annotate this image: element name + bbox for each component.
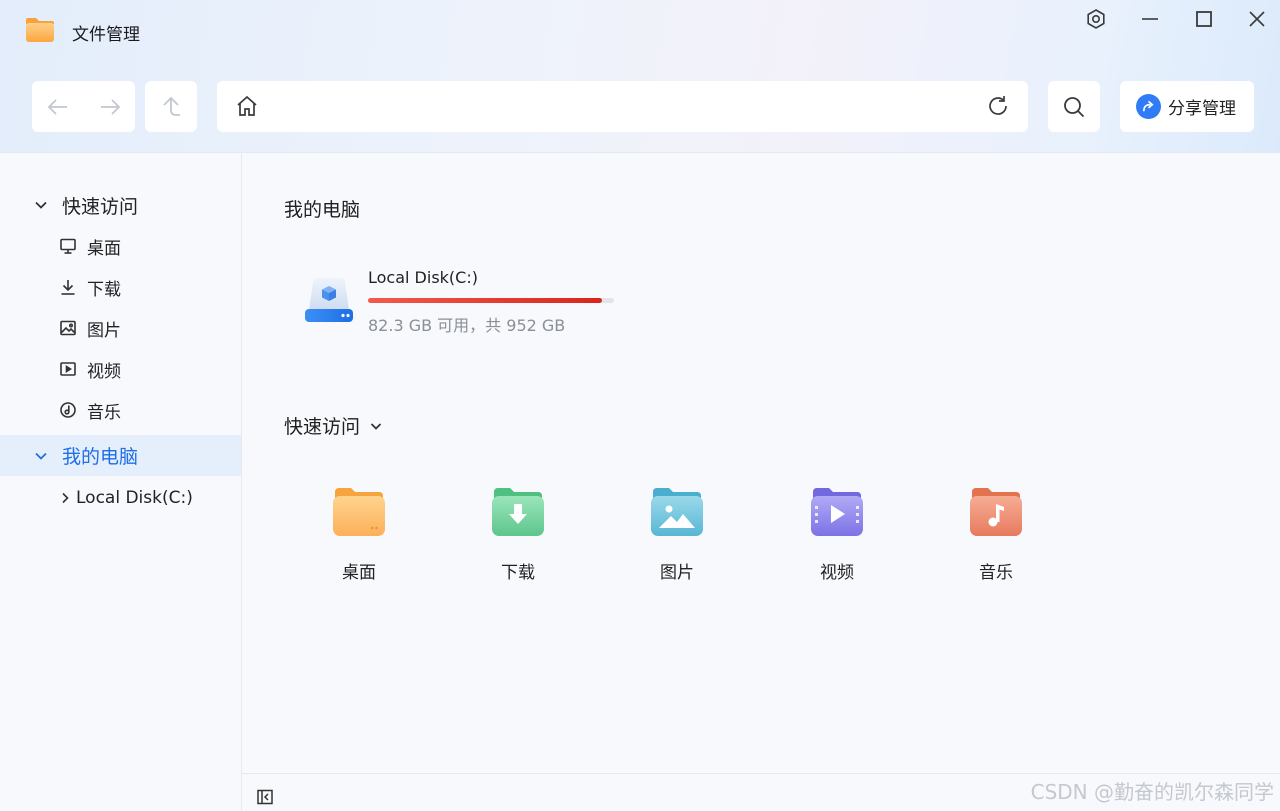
arrow-right-icon [100,98,120,115]
chevron-down-icon [370,422,382,430]
settings-button[interactable] [1079,4,1113,34]
share-icon [1136,94,1161,119]
up-button[interactable] [145,81,197,132]
disk-free-space: 82.3 GB 可用，共 952 GB [368,316,566,335]
minimize-icon [1142,18,1158,20]
share-manage-label: 分享管理 [1168,99,1236,119]
close-icon [1249,11,1265,27]
quick-access-tile-desktop[interactable]: 桌面 [314,482,404,592]
sidebar-group-label: 快速访问 [62,195,139,218]
settings-icon [1087,9,1105,29]
tile-label: 桌面 [342,563,376,583]
sidebar-item-label: 下载 [87,279,121,300]
sidebar-item-label: 音乐 [87,402,121,423]
desktop-folder-icon [333,488,385,536]
video-icon [59,360,77,378]
arrow-left-icon [47,98,67,115]
chevron-down-icon [35,452,47,460]
sidebar-item-videos[interactable]: 视频 [0,353,241,385]
status-bar-divider [242,773,1280,774]
music-folder-icon [970,488,1022,536]
title-toolbar-area: 文件管理 分享管理 [0,0,1280,153]
download-icon [59,278,77,296]
chevron-down-icon [35,201,47,209]
sidebar-item-desktop[interactable]: 桌面 [0,230,241,262]
disk-name: Local Disk(C:) [368,268,478,287]
sidebar-item-local-disk[interactable]: Local Disk(C:) [0,482,241,514]
close-button[interactable] [1240,4,1274,34]
chevron-right-icon [58,489,72,507]
sidebar-item-pictures[interactable]: 图片 [0,312,241,344]
history-nav-group [32,81,135,132]
videos-folder-icon [811,488,863,536]
quick-access-tile-music[interactable]: 音乐 [951,482,1041,592]
section-title-quick-access[interactable]: 快速访问 [284,412,384,439]
tile-label: 音乐 [979,563,1013,583]
share-manage-button[interactable]: 分享管理 [1120,81,1254,132]
disk-usage-fill [368,298,602,303]
quick-access-tile-pictures[interactable]: 图片 [632,482,722,592]
pictures-folder-icon [651,488,703,536]
section-title-my-computer: 我的电脑 [284,199,361,221]
sidebar-group-quick-access[interactable]: 快速访问 [0,188,241,222]
tile-label: 视频 [820,563,854,583]
section-title-label: 快速访问 [284,416,361,438]
tile-label: 图片 [660,563,694,583]
sidebar-item-label: 桌面 [87,238,121,259]
tile-label: 下载 [501,563,535,583]
sidebar-item-label: 视频 [87,361,121,382]
sidebar-item-downloads[interactable]: 下载 [0,271,241,303]
home-icon[interactable] [235,94,259,118]
app-title: 文件管理 [72,25,140,45]
arrow-up-icon [162,96,180,116]
minimize-button[interactable] [1133,4,1167,34]
download-folder-icon [492,488,544,536]
collapse-sidebar-icon[interactable] [256,788,274,806]
watermark: CSDN @勤奋的凯尔森同学 [1030,780,1274,804]
disk-item[interactable]: Local Disk(C:) 82.3 GB 可用，共 952 GB [303,268,633,338]
music-icon [59,401,77,419]
sidebar-item-label: 图片 [87,320,121,341]
sidebar-item-music[interactable]: 音乐 [0,394,241,426]
sidebar-item-label: Local Disk(C:) [76,488,193,508]
back-button[interactable] [32,81,83,132]
maximize-icon [1196,11,1212,27]
quick-access-tile-videos[interactable]: 视频 [792,482,882,592]
address-bar[interactable] [217,81,1028,132]
disk-usage-bar [368,298,614,303]
quick-access-tile-downloads[interactable]: 下载 [473,482,563,592]
monitor-icon [59,237,77,255]
hard-drive-icon [305,278,353,322]
refresh-icon[interactable] [986,94,1010,118]
search-icon [1064,96,1085,117]
forward-button[interactable] [84,81,135,132]
maximize-button[interactable] [1187,4,1221,34]
folder-icon [26,18,54,42]
sidebar-group-my-computer[interactable]: 我的电脑 [0,435,241,476]
search-button[interactable] [1048,81,1100,132]
image-icon [59,319,77,337]
sidebar-group-label: 我的电脑 [62,446,139,468]
